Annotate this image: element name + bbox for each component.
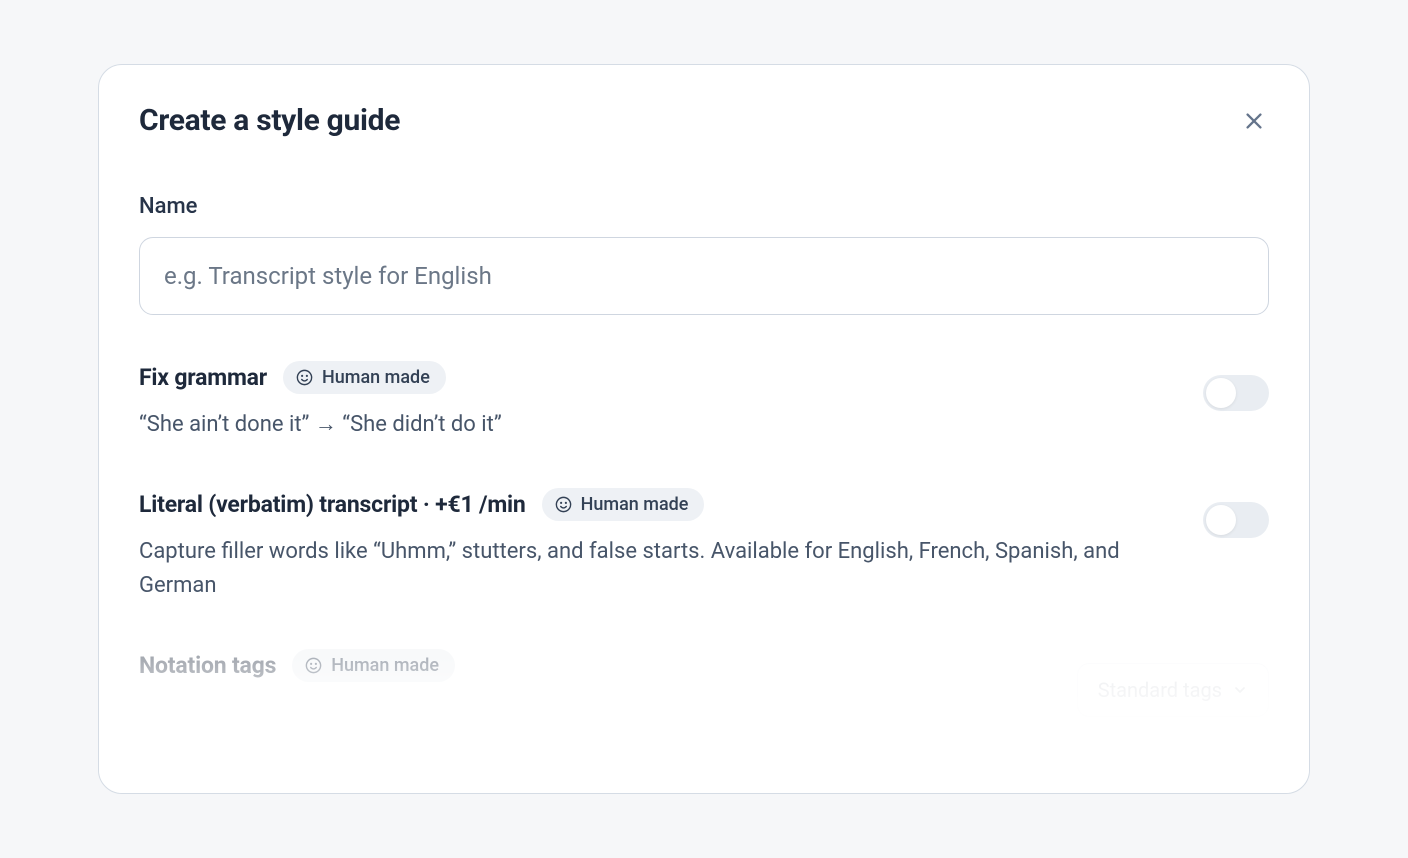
toggle-thumb — [1206, 378, 1236, 408]
fix-grammar-description: “She ain’t done it” → “She didn’t do it” — [139, 408, 1139, 442]
human-made-badge: Human made — [283, 361, 446, 394]
notation-tags-option: Notation tags Human made Standard tags — [139, 649, 1269, 717]
literal-title: Literal (verbatim) transcript · +€1 /min — [139, 491, 526, 518]
option-header: Notation tags Human made — [139, 649, 1077, 682]
smiley-icon — [554, 495, 573, 514]
create-style-guide-modal: Create a style guide Name Fix grammar — [98, 64, 1310, 794]
fix-grammar-toggle[interactable] — [1203, 375, 1269, 411]
option-content: Fix grammar Human made “She ain’t done i… — [139, 361, 1139, 442]
option-header: Literal (verbatim) transcript · +€1 /min… — [139, 488, 1139, 521]
smiley-icon — [295, 368, 314, 387]
human-made-badge: Human made — [292, 649, 455, 682]
option-content: Literal (verbatim) transcript · +€1 /min… — [139, 488, 1139, 603]
dropdown-value: Standard tags — [1098, 678, 1222, 702]
option-header: Fix grammar Human made — [139, 361, 1139, 394]
toggle-thumb — [1206, 505, 1236, 535]
modal-header: Create a style guide — [139, 103, 1269, 138]
badge-label: Human made — [581, 494, 689, 515]
literal-transcript-option: Literal (verbatim) transcript · +€1 /min… — [139, 488, 1269, 603]
chevron-down-icon — [1232, 682, 1248, 698]
literal-description: Capture filler words like “Uhmm,” stutte… — [139, 535, 1139, 603]
fix-grammar-title: Fix grammar — [139, 364, 267, 391]
fix-grammar-option: Fix grammar Human made “She ain’t done i… — [139, 361, 1269, 442]
name-field-group: Name — [139, 194, 1269, 315]
modal-title: Create a style guide — [139, 103, 400, 138]
notation-title: Notation tags — [139, 652, 276, 679]
name-input[interactable] — [139, 237, 1269, 315]
literal-toggle[interactable] — [1203, 502, 1269, 538]
badge-label: Human made — [322, 367, 430, 388]
close-button[interactable] — [1239, 106, 1269, 136]
close-icon — [1243, 110, 1265, 132]
option-content: Notation tags Human made — [139, 649, 1077, 696]
name-label: Name — [139, 194, 1269, 219]
notation-dropdown[interactable]: Standard tags — [1077, 663, 1269, 717]
smiley-icon — [304, 656, 323, 675]
badge-label: Human made — [331, 655, 439, 676]
human-made-badge: Human made — [542, 488, 705, 521]
